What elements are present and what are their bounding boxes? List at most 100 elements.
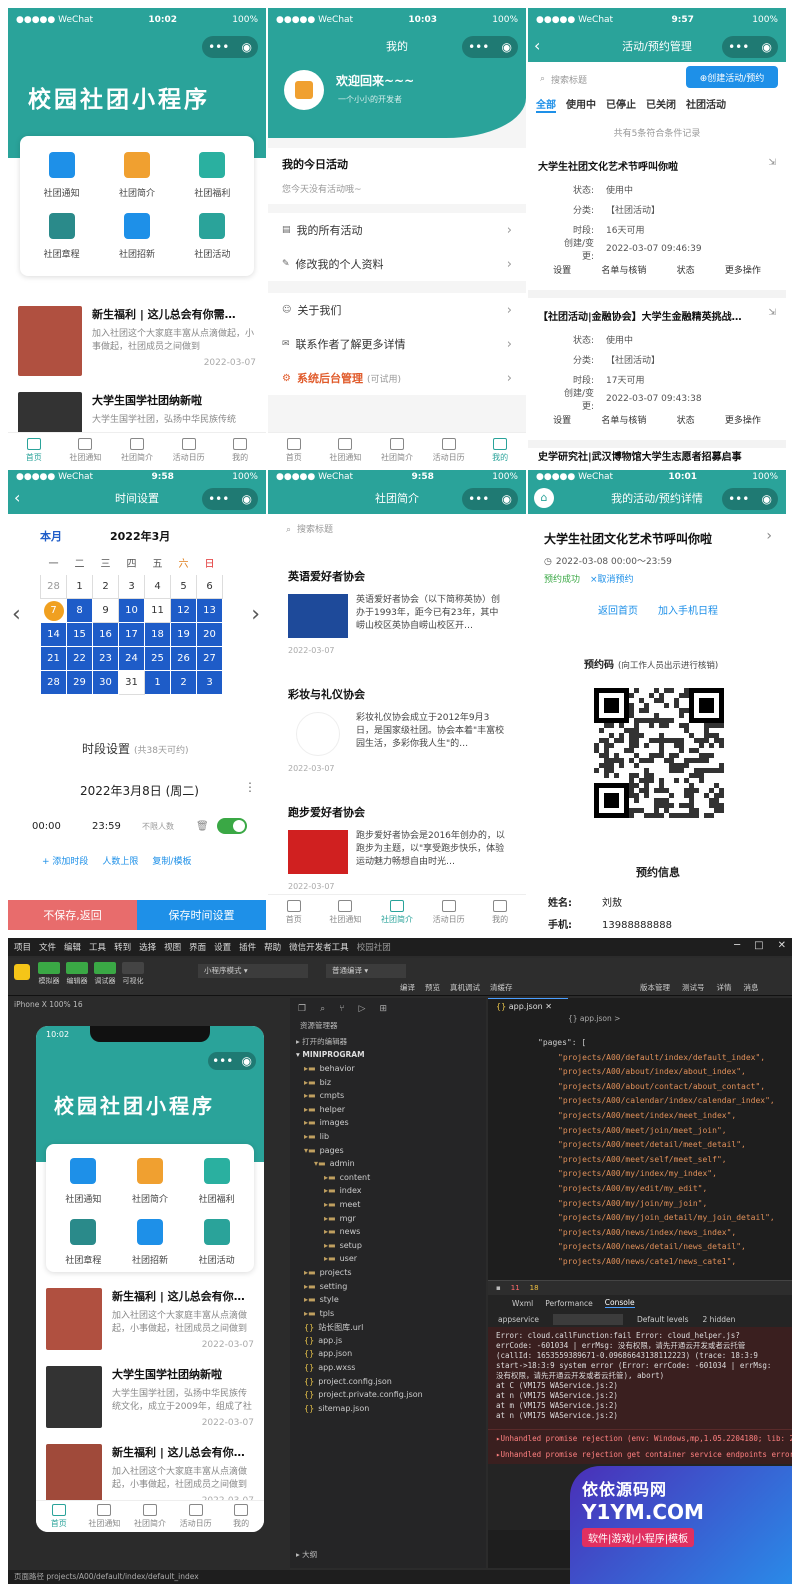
sim-capsule[interactable]: ••• ◉	[208, 1052, 256, 1070]
folder-entry[interactable]: ▸▬ user	[290, 1254, 486, 1268]
start-time[interactable]: 00:00	[32, 821, 92, 832]
folder-entry[interactable]: ▸▬ helper	[290, 1105, 486, 1119]
search-icon[interactable]: ⌕	[320, 1004, 325, 1014]
create-button[interactable]: ⊕创建活动/预约	[686, 66, 778, 88]
capsule-menu[interactable]: ••• ◉	[722, 36, 778, 58]
grid-item-3[interactable]: 社团章程	[50, 1219, 117, 1266]
calendar-day[interactable]: 8	[66, 598, 93, 623]
git-icon[interactable]: ⑂	[339, 1004, 344, 1014]
tab-3[interactable]: 活动日历	[163, 433, 215, 468]
calendar-day[interactable]: 22	[66, 646, 93, 671]
menu-item-11[interactable]: 微信开发者工具	[289, 941, 349, 953]
activity-card[interactable]: 大学生社团文化艺术节呼叫你啦 ⇲ 状态: 使用中 分类: 【社团活动】 时段: 16天可用 创建…	[528, 148, 786, 298]
left-tool-1[interactable]: 编辑器	[66, 962, 88, 986]
search-input[interactable]: ⌕ 搜索标题	[540, 68, 680, 90]
expand-icon[interactable]: ⇲	[768, 158, 776, 173]
third-card-title[interactable]: 史学研究社|武汉博物馆大学生志愿者招募启事	[538, 448, 742, 463]
calendar-day[interactable]: 28	[40, 670, 67, 695]
file-entry[interactable]: {} sitemap.json	[290, 1404, 486, 1418]
op-button-0[interactable]: 设置	[553, 413, 571, 426]
right-tool-1[interactable]: 测试号	[682, 982, 705, 993]
grid-item-5[interactable]: 社团活动	[183, 1219, 250, 1266]
back-home-button[interactable]: 返回首页	[598, 602, 638, 617]
grid-item-2[interactable]: 社团福利	[175, 152, 250, 199]
chevron-right-icon[interactable]: ›	[766, 528, 772, 544]
capsule-menu[interactable]: ••• ◉	[202, 488, 258, 510]
calendar-day[interactable]: 5	[170, 574, 197, 599]
menu-item-3[interactable]: 工具	[89, 941, 106, 953]
op-button-2[interactable]: 状态	[677, 263, 695, 276]
end-time[interactable]: 23:59	[92, 821, 142, 832]
right-tool-3[interactable]: 消息	[744, 982, 759, 993]
calendar-day[interactable]: 2	[170, 670, 197, 695]
mid-tool-0[interactable]: 编译	[400, 982, 415, 993]
filter-tab-2[interactable]: 已停止	[606, 96, 636, 113]
calendar-day[interactable]: 21	[40, 646, 67, 671]
calendar-day[interactable]: 6	[196, 574, 223, 599]
news-item[interactable]: 新生福利 | 这儿总会有你需… 加入社团这个大家庭丰富从点滴做起，小事做起，社团成…	[36, 1280, 264, 1358]
tab-0[interactable]: 首页	[8, 433, 60, 468]
add-slot-button[interactable]: + 添加时段	[42, 854, 88, 867]
tab-debugger[interactable]: ▪	[496, 1284, 501, 1292]
folder-entry[interactable]: ▸▬ images	[290, 1118, 486, 1132]
grid-item-0[interactable]: 社团通知	[24, 152, 99, 199]
op-button-1[interactable]: 名单与核销	[601, 263, 646, 276]
file-entry[interactable]: {} project.private.config.json	[290, 1390, 486, 1404]
menu-admin[interactable]: ⚙ 系统后台管理 (可试用) ›	[268, 361, 526, 395]
calendar-day[interactable]: 19	[170, 622, 197, 647]
expand-icon[interactable]: ⇲	[768, 308, 776, 323]
tab-1[interactable]: 社团通知	[320, 895, 372, 930]
tab-4[interactable]: 我的	[474, 895, 526, 930]
calendar-day[interactable]: 2	[92, 574, 119, 599]
folder-entry[interactable]: ▸▬ meet	[290, 1200, 486, 1214]
calendar-day[interactable]: 13	[196, 598, 223, 623]
calendar-day[interactable]: 28	[40, 574, 67, 599]
close-icon[interactable]: ◉	[761, 492, 771, 506]
tab-3[interactable]: 活动日历	[423, 433, 475, 468]
close-icon[interactable]: ◉	[761, 40, 771, 54]
editor-tab[interactable]: {} app.json ✕	[488, 998, 568, 1014]
folder-entry[interactable]: ▸▬ content	[290, 1173, 486, 1187]
project-root[interactable]: ▾ MINIPROGRAM	[290, 1050, 486, 1064]
calendar-day[interactable]: 1	[66, 574, 93, 599]
calendar-day[interactable]: 27	[196, 646, 223, 671]
menu-all-activities[interactable]: ▤ 我的所有活动 ›	[268, 213, 526, 247]
folder-entry[interactable]: ▾▬ pages	[290, 1146, 486, 1160]
minimize-icon[interactable]: ─	[734, 940, 740, 951]
tab-3[interactable]: 活动日历	[173, 1501, 219, 1532]
tab-2[interactable]: 社团简介	[371, 895, 423, 930]
calendar-day[interactable]: 11	[144, 598, 171, 623]
calendar-day[interactable]: 25	[144, 646, 171, 671]
calendar-day[interactable]: 20	[196, 622, 223, 647]
menu-edit-profile[interactable]: ✎ 修改我的个人资料 ›	[268, 247, 526, 281]
tab-1[interactable]: 社团通知	[82, 1501, 128, 1532]
folder-entry[interactable]: ▸▬ setting	[290, 1282, 486, 1296]
tab-0[interactable]: 首页	[268, 895, 320, 930]
folder-entry[interactable]: ▸▬ lib	[290, 1132, 486, 1146]
cancel-button[interactable]: 不保存,返回	[8, 900, 137, 930]
tab-1[interactable]: 社团通知	[320, 433, 372, 468]
news-item[interactable]: 大学生国学社团纳新啦 大学生国学社团，弘扬中华民族传统文化，成立于2009年，组成…	[36, 1358, 264, 1436]
calendar-day[interactable]: 9	[92, 598, 119, 623]
trash-icon[interactable]: 🗑	[196, 821, 209, 832]
limit-button[interactable]: 人数上限	[102, 854, 138, 867]
op-button-3[interactable]: 更多操作	[725, 263, 761, 276]
files-icon[interactable]: ❐	[298, 1004, 306, 1014]
grid-item-3[interactable]: 社团章程	[24, 213, 99, 260]
activity-card[interactable]: 【社团活动|金融协会】大学生金融精英挑战… ⇲ 状态: 使用中 分类: 【社团活动】 时段:…	[528, 298, 786, 448]
search-input[interactable]: ⌕ 搜索标题	[286, 522, 333, 535]
grid-item-2[interactable]: 社团福利	[183, 1158, 250, 1205]
tab-2[interactable]: 社团简介	[111, 433, 163, 468]
close-icon[interactable]: ◉	[501, 492, 511, 506]
folder-entry[interactable]: ▸▬ projects	[290, 1268, 486, 1282]
folder-entry[interactable]: ▸▬ setup	[290, 1241, 486, 1255]
console-tab-1[interactable]: Performance	[545, 1299, 593, 1308]
file-entry[interactable]: {} app.json	[290, 1349, 486, 1363]
mode-select[interactable]: 小程序模式 ▾	[198, 964, 308, 978]
tab-4[interactable]: 我的	[214, 433, 266, 468]
grid-item-5[interactable]: 社团活动	[175, 213, 250, 260]
more-icon[interactable]: •••	[212, 1054, 233, 1068]
tab-0[interactable]: 首页	[36, 1501, 82, 1532]
next-month-icon[interactable]: ›	[251, 602, 260, 627]
folder-entry[interactable]: ▸▬ mgr	[290, 1214, 486, 1228]
